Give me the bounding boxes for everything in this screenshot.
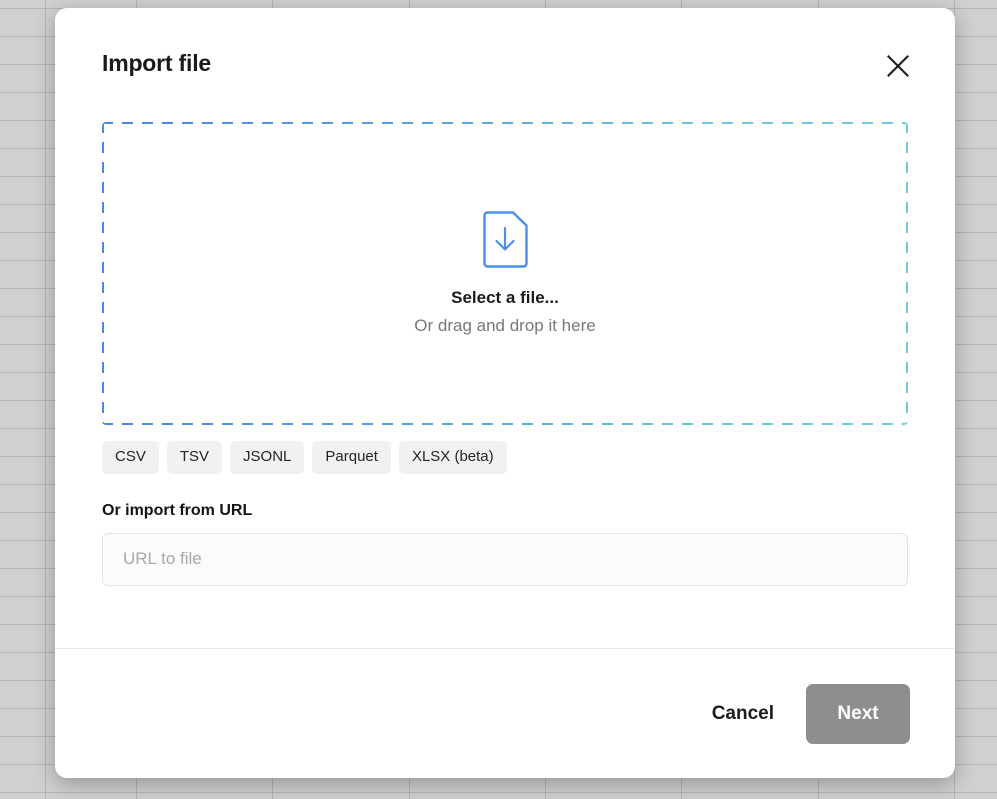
url-import-label: Or import from URL xyxy=(102,502,908,520)
supported-formats-list: CSV TSV JSONL Parquet XLSX (beta) xyxy=(102,441,908,474)
page-title: Import file xyxy=(102,52,908,75)
url-input[interactable] xyxy=(102,533,908,586)
grid-row-line xyxy=(0,792,997,793)
format-chip-tsv[interactable]: TSV xyxy=(167,441,222,474)
format-chip-jsonl[interactable]: JSONL xyxy=(230,441,304,474)
format-chip-xlsx[interactable]: XLSX (beta) xyxy=(399,441,507,474)
dropzone-primary-text: Select a file... xyxy=(451,289,559,308)
dialog-footer: Cancel Next xyxy=(55,648,955,778)
grid-column-line xyxy=(45,0,46,799)
file-dropzone-content[interactable]: Select a file... Or drag and drop it her… xyxy=(102,122,908,425)
dialog-header: Import file xyxy=(55,8,955,75)
cancel-button[interactable]: Cancel xyxy=(694,693,792,735)
file-download-icon xyxy=(482,211,528,268)
import-file-dialog: Import file Select a file... Or drag and… xyxy=(55,8,955,778)
dialog-body: Select a file... Or drag and drop it her… xyxy=(55,75,955,648)
format-chip-csv[interactable]: CSV xyxy=(102,441,159,474)
next-button[interactable]: Next xyxy=(806,684,910,744)
dropzone-secondary-text: Or drag and drop it here xyxy=(414,317,595,336)
format-chip-parquet[interactable]: Parquet xyxy=(312,441,391,474)
